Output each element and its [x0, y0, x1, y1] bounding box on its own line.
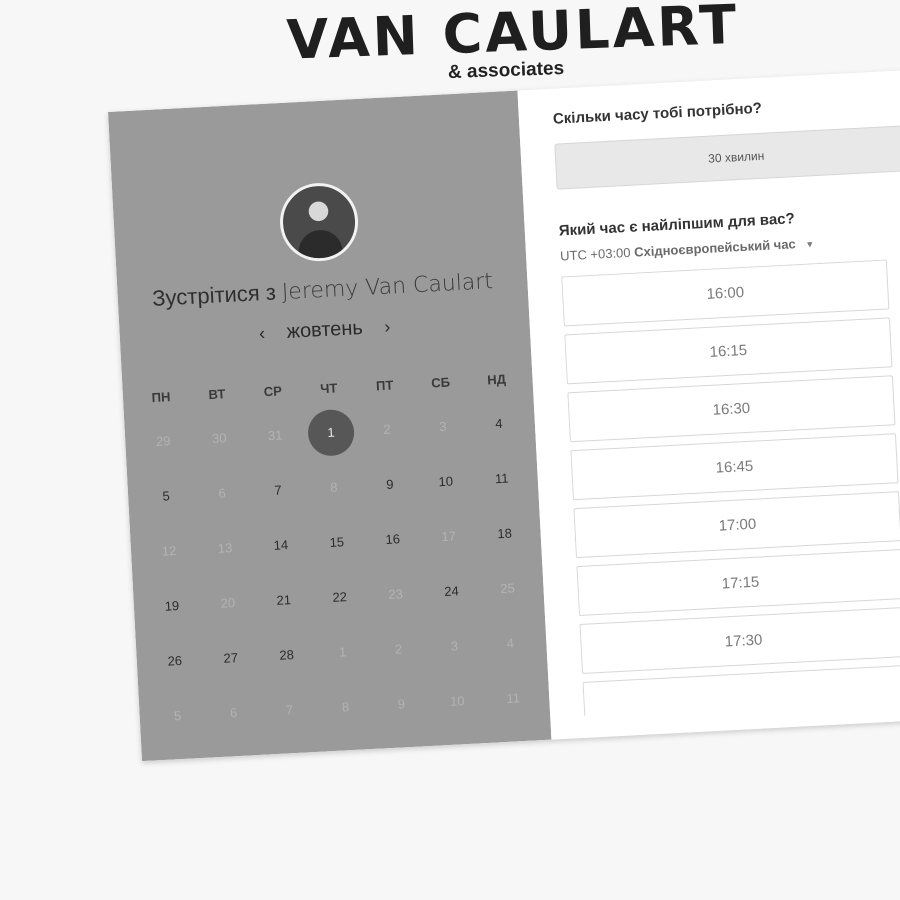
- calendar-day[interactable]: 15: [308, 533, 365, 551]
- calendar-day: 13: [217, 540, 233, 556]
- calendar-day: 6: [218, 485, 227, 501]
- time-slot-list[interactable]: 16:00 16:15 16:30 16:45 17:00 17:15 17:3…: [561, 259, 900, 716]
- calendar-day: 8: [329, 479, 338, 495]
- calendar-day: 8: [341, 699, 350, 715]
- meet-title: Зустрітися з Jeremy Van Caulart: [117, 266, 528, 313]
- calendar-day: 11: [506, 690, 521, 706]
- host-calendar-panel: Зустрітися з Jeremy Van Caulart ‹ жовтень…: [108, 90, 552, 762]
- calendar-day[interactable]: 19: [144, 597, 201, 615]
- calendar-day[interactable]: 16: [364, 530, 421, 548]
- weekday-label: ВТ: [208, 385, 226, 402]
- timezone-name: Східноєвропейський час: [633, 236, 797, 260]
- time-selection-panel: Скільки часу тобі потрібно? 30 хвилин Як…: [517, 68, 900, 740]
- duration-question: Скільки часу тобі потрібно?: [552, 99, 763, 128]
- calendar-day: 25: [499, 580, 516, 597]
- calendar-day: 3: [438, 418, 447, 435]
- calendar-day: 4: [506, 635, 515, 651]
- calendar-day[interactable]: 21: [255, 591, 312, 609]
- meet-prefix: Зустрітися з: [151, 279, 277, 311]
- chevron-left-icon[interactable]: ‹: [249, 323, 276, 345]
- calendar-day: 5: [173, 708, 182, 724]
- calendar-day[interactable]: 10: [417, 472, 474, 490]
- calendar-day: 7: [285, 702, 294, 718]
- calendar-day-selected[interactable]: 1: [302, 408, 360, 457]
- calendar-day[interactable]: 7: [250, 481, 307, 499]
- calendar-day: 17: [441, 528, 457, 545]
- calendar-day[interactable]: 26: [146, 652, 203, 670]
- calendar-day: 31: [267, 427, 283, 444]
- calendar-day: 23: [388, 586, 404, 602]
- host-avatar: [278, 181, 361, 264]
- caret-down-icon: ▼: [805, 239, 815, 250]
- brand-logo-title: VAN CAULART: [285, 0, 741, 72]
- calendar-day[interactable]: 4: [470, 415, 527, 433]
- calendar-day[interactable]: 28: [258, 646, 315, 664]
- month-navigation: ‹ жовтень ›: [119, 308, 530, 352]
- brand-logo-subtitle: & associates: [447, 58, 565, 84]
- time-slot-button[interactable]: 17:30: [579, 606, 900, 674]
- calendar-day: 2: [394, 641, 403, 657]
- calendar-day: 29: [155, 433, 171, 449]
- time-slot-button[interactable]: 16:00: [561, 259, 890, 327]
- calendar-day[interactable]: 18: [476, 524, 533, 542]
- weekday-label: ЧТ: [319, 379, 338, 396]
- time-slot-button[interactable]: [582, 664, 900, 716]
- calendar-day[interactable]: 24: [423, 582, 480, 600]
- page: VAN CAULART & associates Зустрітися з Jer…: [0, 0, 900, 900]
- time-question: Який час є найліпшим для вас?: [558, 210, 796, 240]
- time-slot-button[interactable]: 17:15: [576, 549, 900, 617]
- calendar-day: 30: [211, 430, 227, 446]
- duration-button[interactable]: 30 хвилин: [554, 124, 900, 190]
- weekday-label: ПН: [151, 388, 171, 405]
- time-slot-button[interactable]: 17:00: [573, 491, 900, 559]
- calendar-day[interactable]: 27: [202, 649, 259, 667]
- calendar-day: 9: [397, 696, 406, 712]
- calendar-day: 12: [161, 543, 177, 559]
- calendar-day: 2: [382, 421, 391, 438]
- weekday-label: ПТ: [375, 376, 394, 393]
- timezone-offset: UTC +03:00: [559, 244, 631, 264]
- chevron-right-icon[interactable]: ›: [374, 316, 401, 338]
- weekday-label: СБ: [430, 373, 451, 390]
- calendar-day: 6: [229, 705, 238, 721]
- calendar-day: 1: [338, 644, 347, 660]
- selected-day-label: 1: [306, 408, 356, 457]
- time-slot-button[interactable]: 16:45: [570, 433, 899, 501]
- calendar-day[interactable]: 22: [311, 588, 368, 606]
- weekday-label: НД: [486, 371, 507, 388]
- calendar-day[interactable]: 5: [138, 487, 195, 505]
- calendar-day[interactable]: 11: [473, 469, 530, 487]
- host-name: Jeremy Van Caulart: [281, 269, 494, 306]
- calendar-day: 10: [449, 693, 465, 709]
- calendar-day: 3: [450, 638, 459, 654]
- booking-card: Зустрітися з Jeremy Van Caulart ‹ жовтень…: [108, 68, 900, 762]
- calendar-day: 20: [220, 595, 236, 611]
- month-label: жовтень: [286, 316, 364, 343]
- time-slot-button[interactable]: 16:30: [567, 375, 896, 443]
- calendar-day[interactable]: 9: [362, 475, 419, 493]
- weekday-label: СР: [263, 382, 283, 399]
- time-slot-button[interactable]: 16:15: [564, 317, 893, 385]
- timezone-selector[interactable]: UTC +03:00 Східноєвропейський час ▼: [560, 235, 815, 263]
- calendar-day[interactable]: 14: [253, 536, 310, 554]
- calendar-grid: ПН ВТ СР ЧТ ПТ СБ НД 29 30 31 1 2 3 4 5 …: [132, 361, 543, 745]
